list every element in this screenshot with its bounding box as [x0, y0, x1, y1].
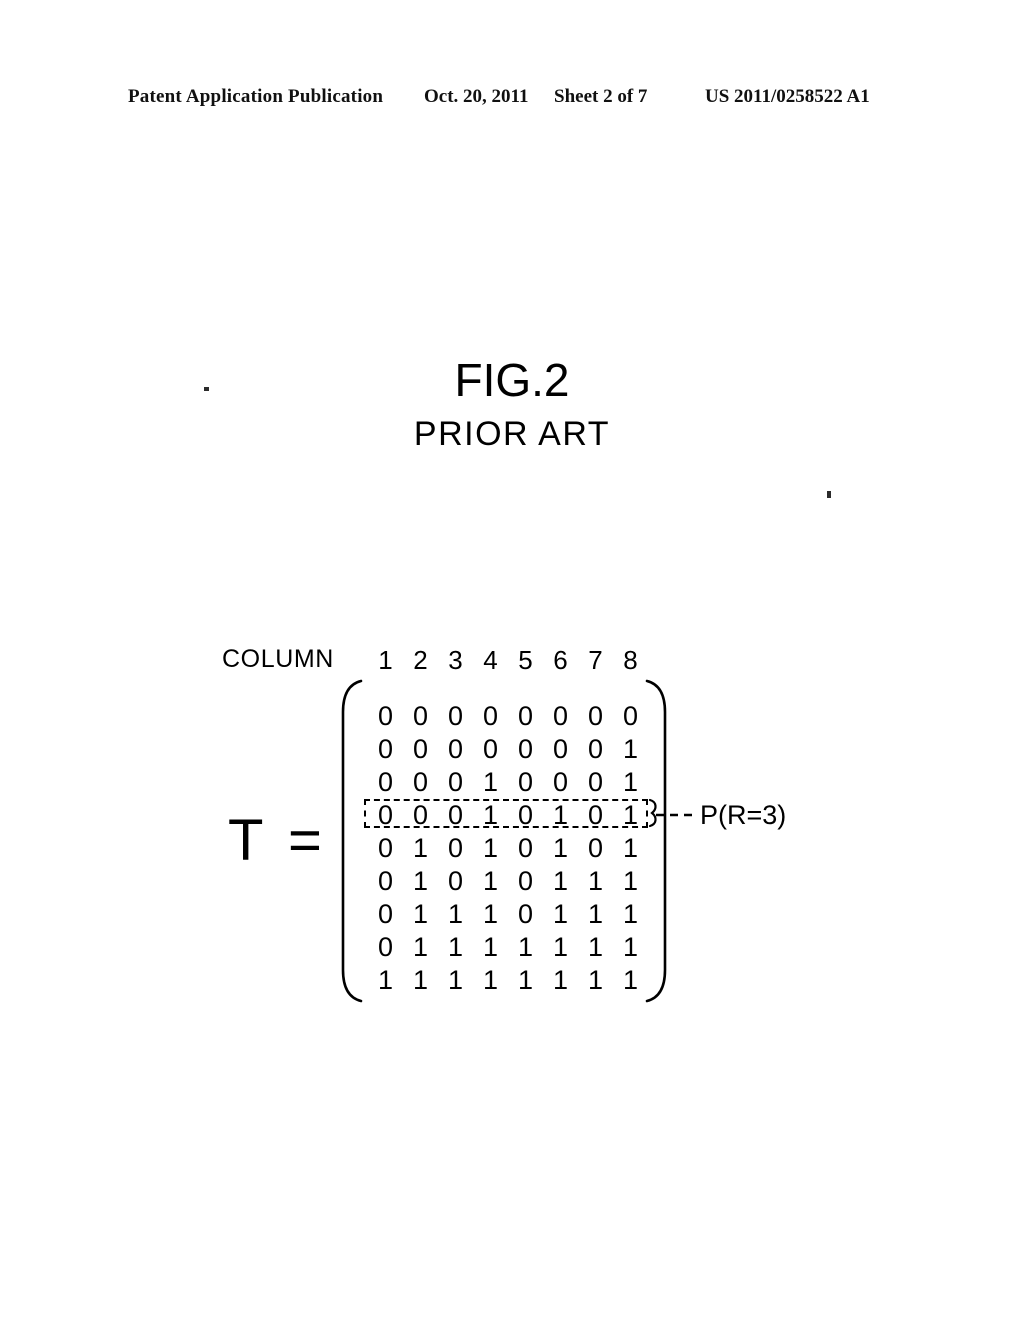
- matrix-cell: 1: [622, 866, 639, 896]
- equals-sign: =: [288, 808, 322, 873]
- matrix-row: 00010001: [368, 766, 648, 799]
- matrix-cell: 1: [552, 932, 569, 962]
- column-header-6: 6: [553, 645, 568, 675]
- matrix-cell: 0: [517, 899, 534, 929]
- highlighted-row-box: [364, 799, 648, 828]
- column-header-4: 4: [483, 645, 498, 675]
- matrix-cell: 0: [587, 833, 604, 863]
- matrix-cell: 1: [412, 965, 429, 995]
- matrix-cell: 1: [622, 932, 639, 962]
- scan-artifact-mark: [827, 491, 831, 498]
- matrix-row: 01110111: [368, 898, 648, 931]
- matrix-row: 00000001: [368, 733, 648, 766]
- matrix-row: 00000000: [368, 700, 648, 733]
- matrix-cell: 1: [622, 899, 639, 929]
- matrix-cell: 1: [587, 965, 604, 995]
- matrix-cell: 1: [587, 932, 604, 962]
- matrix-cell: 1: [552, 899, 569, 929]
- matrix-cell: 1: [622, 833, 639, 863]
- matrix-cell: 0: [377, 701, 394, 731]
- matrix-cell: 0: [377, 833, 394, 863]
- column-header-2: 2: [413, 645, 428, 675]
- matrix-cell: 1: [552, 833, 569, 863]
- matrix-bracket-left: [337, 678, 363, 1004]
- matrix-cell: 1: [482, 833, 499, 863]
- matrix-cell: 0: [482, 701, 499, 731]
- matrix-name-label: T: [228, 808, 264, 873]
- column-header-3: 3: [448, 645, 463, 675]
- column-header-8: 8: [623, 645, 638, 675]
- matrix-cell: 1: [552, 866, 569, 896]
- matrix-cell: 0: [377, 767, 394, 797]
- matrix-cell: 0: [552, 701, 569, 731]
- matrix-cell: 1: [587, 899, 604, 929]
- matrix-cell: 0: [517, 701, 534, 731]
- matrix-cell: 0: [377, 734, 394, 764]
- matrix-cell: 1: [517, 932, 534, 962]
- matrix-cell: 0: [517, 734, 534, 764]
- matrix-cell: 1: [622, 965, 639, 995]
- matrix-cell: 0: [622, 701, 639, 731]
- matrix-cell: 0: [377, 932, 394, 962]
- matrix-cell: 0: [377, 899, 394, 929]
- matrix-cell: 1: [412, 866, 429, 896]
- matrix-cell: 1: [622, 767, 639, 797]
- matrix-cell: 1: [587, 866, 604, 896]
- matrix-cell: 0: [552, 767, 569, 797]
- matrix-cell: 0: [587, 767, 604, 797]
- matrix-cell: 0: [377, 866, 394, 896]
- matrix-row: 11111111: [368, 964, 648, 997]
- matrix-cell: 0: [447, 734, 464, 764]
- column-axis-label: COLUMN: [222, 645, 334, 673]
- matrix-cell: 0: [412, 701, 429, 731]
- matrix-cell: 0: [517, 833, 534, 863]
- matrix-figure: COLUMN T = 12345678 00000000000000010001…: [0, 0, 1024, 1320]
- matrix-row: 01010111: [368, 865, 648, 898]
- matrix-cell: 1: [517, 965, 534, 995]
- matrix-cell: 0: [412, 767, 429, 797]
- matrix-cell: 1: [377, 965, 394, 995]
- matrix-cell: 1: [447, 965, 464, 995]
- matrix-cell: 1: [412, 932, 429, 962]
- matrix-bracket-right: [645, 678, 671, 1004]
- matrix-cell: 1: [622, 734, 639, 764]
- column-header-row: 12345678: [368, 645, 648, 675]
- matrix-cell: 0: [447, 833, 464, 863]
- matrix-cell: 1: [482, 767, 499, 797]
- matrix-cell: 0: [447, 866, 464, 896]
- callout-label: P(R=3): [700, 800, 787, 830]
- matrix-grid: 0000000000000001000100010001010101010101…: [368, 700, 648, 997]
- matrix-cell: 0: [587, 734, 604, 764]
- column-header-1: 1: [378, 645, 393, 675]
- matrix-cell: 1: [412, 899, 429, 929]
- matrix-cell: 1: [412, 833, 429, 863]
- matrix-cell: 1: [447, 932, 464, 962]
- matrix-cell: 0: [552, 734, 569, 764]
- matrix-cell: 1: [447, 899, 464, 929]
- matrix-cell: 0: [517, 767, 534, 797]
- matrix-cell: 0: [412, 734, 429, 764]
- matrix-cell: 0: [517, 866, 534, 896]
- matrix-cell: 1: [482, 965, 499, 995]
- matrix-cell: 1: [552, 965, 569, 995]
- matrix-cell: 0: [482, 734, 499, 764]
- matrix-row: 01111111: [368, 931, 648, 964]
- column-header-7: 7: [588, 645, 603, 675]
- matrix-cell: 1: [482, 899, 499, 929]
- matrix-cell: 1: [482, 866, 499, 896]
- matrix-cell: 0: [447, 701, 464, 731]
- matrix-cell: 0: [587, 701, 604, 731]
- matrix-cell: 1: [482, 932, 499, 962]
- column-header-5: 5: [518, 645, 533, 675]
- matrix-cell: 0: [447, 767, 464, 797]
- scan-artifact-mark: [204, 387, 209, 391]
- matrix-row: 01010101: [368, 832, 648, 865]
- callout-leader-line: [648, 795, 704, 835]
